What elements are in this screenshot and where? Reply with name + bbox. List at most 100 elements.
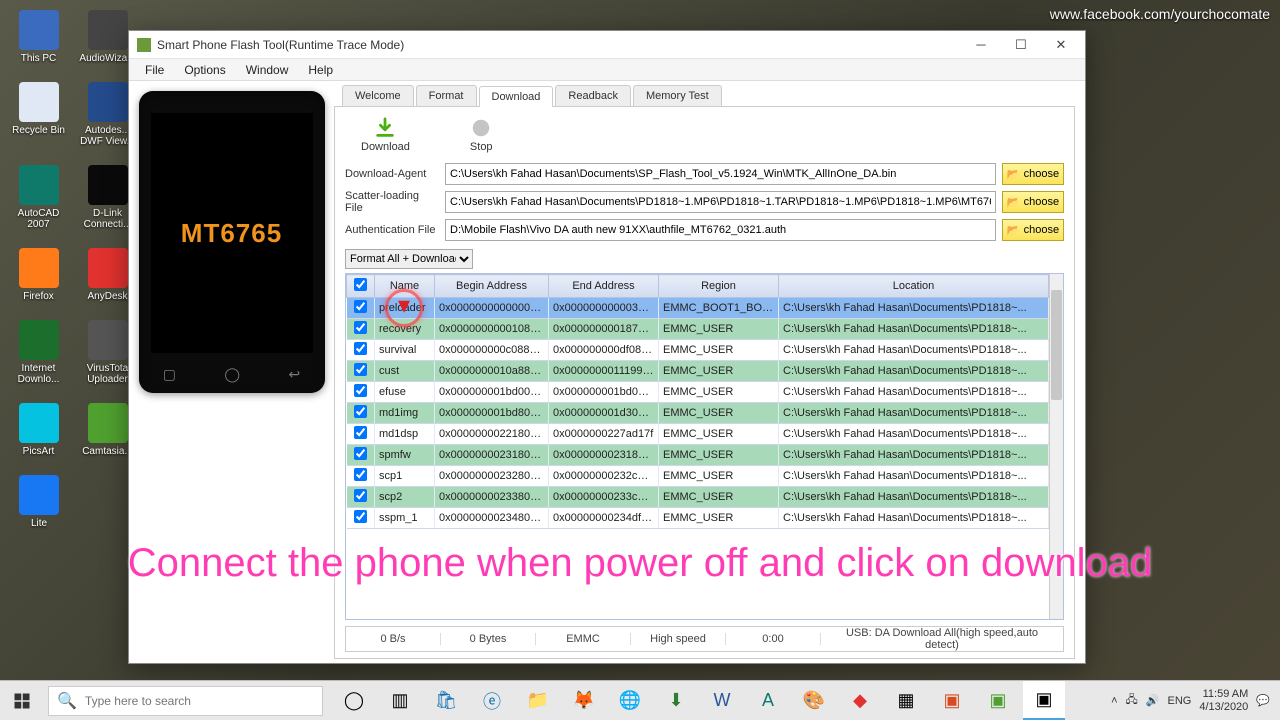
- table-row[interactable]: spmfw0x00000000231800000x0000000023186d8…: [347, 445, 1049, 466]
- menu-file[interactable]: File: [135, 63, 174, 77]
- phone-menu-icon: ▢: [163, 366, 176, 383]
- da-label: Download-Agent: [345, 168, 439, 180]
- stop-button[interactable]: Stop: [470, 117, 493, 153]
- table-row[interactable]: md1img0x000000001bd800000x000000001d3080…: [347, 403, 1049, 424]
- header-begin[interactable]: Begin Address: [435, 275, 549, 298]
- header-region[interactable]: Region: [659, 275, 779, 298]
- desktop-icons: This PCAudioWiza...Recycle BinAutodes...…: [8, 10, 138, 529]
- camtasia-tb-icon[interactable]: ▣: [977, 681, 1019, 720]
- scatter-label: Scatter-loading File: [345, 190, 439, 214]
- paint-icon[interactable]: 🎨: [793, 681, 835, 720]
- tray-up-icon[interactable]: ˄: [1111, 695, 1117, 707]
- idm-icon[interactable]: ⬇: [655, 681, 697, 720]
- table-row[interactable]: sspm_10x00000000234800000x00000000234dfc…: [347, 508, 1049, 529]
- auth-input[interactable]: [445, 219, 996, 241]
- table-row[interactable]: preloader0x00000000000000000x00000000000…: [347, 298, 1049, 319]
- system-tray[interactable]: ˄ 🖧 🔊 ENG 11:59 AM 4/13/2020 💬: [1101, 688, 1280, 713]
- chrome-icon[interactable]: 🌐: [609, 681, 651, 720]
- start-button[interactable]: [0, 681, 44, 720]
- flash-tool-window: Smart Phone Flash Tool(Runtime Trace Mod…: [128, 30, 1086, 664]
- window-title: Smart Phone Flash Tool(Runtime Trace Mod…: [157, 38, 961, 52]
- scatter-choose-button[interactable]: 📂 choose: [1002, 191, 1064, 213]
- download-button[interactable]: Download: [361, 117, 410, 153]
- table-row[interactable]: survival0x000000000c0880000x000000000df0…: [347, 340, 1049, 361]
- desktop-icon[interactable]: Internet Downlo...: [8, 320, 69, 385]
- tab-format[interactable]: Format: [416, 85, 477, 106]
- flashtool-tb-icon[interactable]: ▣: [1023, 681, 1065, 720]
- header-checkbox[interactable]: [347, 275, 375, 298]
- desktop-icon[interactable]: PicsArt: [8, 403, 69, 457]
- tab-welcome[interactable]: Welcome: [342, 85, 414, 106]
- tab-memory-test[interactable]: Memory Test: [633, 85, 722, 106]
- download-tab-body: Download Stop Download-Agent 📂 choose Sc…: [334, 106, 1075, 659]
- desktop-icon[interactable]: Firefox: [8, 248, 69, 302]
- anydesk-tb-icon[interactable]: ◆: [839, 681, 881, 720]
- taskbar-apps: ◯ ▥ 🛍 ⓔ 📁 🦊 🌐 ⬇ W A 🎨 ◆ ▦ ▣ ▣ ▣: [333, 681, 1101, 720]
- table-row[interactable]: md1dsp0x00000000221800000x0000000227ad17…: [347, 424, 1049, 445]
- tray-clock[interactable]: 11:59 AM 4/13/2020: [1199, 688, 1248, 713]
- header-name[interactable]: Name: [375, 275, 435, 298]
- row-checkbox[interactable]: [354, 363, 367, 376]
- tray-notifications-icon[interactable]: 💬: [1256, 694, 1270, 707]
- tray-lang-icon[interactable]: ENG: [1168, 695, 1192, 707]
- row-checkbox[interactable]: [354, 426, 367, 439]
- phone-home-icon: ◯: [224, 366, 240, 383]
- menu-help[interactable]: Help: [298, 63, 343, 77]
- da-choose-button[interactable]: 📂 choose: [1002, 163, 1064, 185]
- taskbar-search[interactable]: 🔍: [48, 686, 323, 716]
- table-row[interactable]: recovery0x00000000001080000x000000000187…: [347, 319, 1049, 340]
- row-checkbox[interactable]: [354, 321, 367, 334]
- table-row[interactable]: scp20x00000000233800000x00000000233c2fef…: [347, 487, 1049, 508]
- menu-window[interactable]: Window: [236, 63, 299, 77]
- tab-bar: WelcomeFormatDownloadReadbackMemory Test: [342, 85, 1075, 106]
- row-checkbox[interactable]: [354, 489, 367, 502]
- autocad-tb-icon[interactable]: A: [747, 681, 789, 720]
- row-checkbox[interactable]: [354, 300, 367, 313]
- table-row[interactable]: cust0x0000000010a880000x0000000011199c68…: [347, 361, 1049, 382]
- minimize-button[interactable]: ─: [961, 34, 1001, 56]
- menu-options[interactable]: Options: [174, 63, 235, 77]
- desktop-icon[interactable]: This PC: [8, 10, 69, 64]
- desktop-icon[interactable]: Lite: [8, 475, 70, 529]
- tab-readback[interactable]: Readback: [555, 85, 631, 106]
- app2-icon[interactable]: ▣: [931, 681, 973, 720]
- store-icon[interactable]: 🛍: [425, 681, 467, 720]
- cortana-icon[interactable]: ◯: [333, 681, 375, 720]
- task-view-icon[interactable]: ▥: [379, 681, 421, 720]
- table-row[interactable]: efuse0x000000001bd000000x000000001bd001f…: [347, 382, 1049, 403]
- tab-download[interactable]: Download: [479, 86, 554, 107]
- row-checkbox[interactable]: [354, 384, 367, 397]
- maximize-button[interactable]: ☐: [1001, 34, 1041, 56]
- scatter-input[interactable]: [445, 191, 996, 213]
- row-checkbox[interactable]: [354, 510, 367, 523]
- tray-volume-icon[interactable]: 🔊: [1146, 694, 1160, 707]
- row-checkbox[interactable]: [354, 342, 367, 355]
- facebook-url: www.facebook.com/yourchocomate: [1050, 6, 1270, 22]
- phone-back-icon: ↩: [289, 366, 301, 383]
- download-arrow-icon: [374, 117, 396, 139]
- da-input[interactable]: [445, 163, 996, 185]
- close-button[interactable]: ✕: [1041, 34, 1081, 56]
- desktop-icon[interactable]: Recycle Bin: [8, 82, 69, 147]
- header-location[interactable]: Location: [779, 275, 1049, 298]
- firefox-tb-icon[interactable]: 🦊: [563, 681, 605, 720]
- auth-choose-button[interactable]: 📂 choose: [1002, 219, 1064, 241]
- row-checkbox[interactable]: [354, 468, 367, 481]
- explorer-icon[interactable]: 📁: [517, 681, 559, 720]
- table-scrollbar[interactable]: [1049, 274, 1063, 619]
- header-end[interactable]: End Address: [549, 275, 659, 298]
- tray-network-icon[interactable]: 🖧: [1126, 691, 1138, 710]
- edge-icon[interactable]: ⓔ: [471, 681, 513, 720]
- app1-icon[interactable]: ▦: [885, 681, 927, 720]
- search-input[interactable]: [85, 694, 314, 708]
- phone-mockup: MT6765 ▢ ◯ ↩: [139, 91, 325, 393]
- app-icon: [137, 38, 151, 52]
- word-icon[interactable]: W: [701, 681, 743, 720]
- desktop-icon[interactable]: AutoCAD 2007: [8, 165, 69, 230]
- stop-icon: [470, 117, 492, 139]
- titlebar[interactable]: Smart Phone Flash Tool(Runtime Trace Mod…: [129, 31, 1085, 59]
- row-checkbox[interactable]: [354, 405, 367, 418]
- download-mode-select[interactable]: Format All + Download: [345, 249, 473, 269]
- table-row[interactable]: scp10x00000000232800000x00000000232c2fef…: [347, 466, 1049, 487]
- row-checkbox[interactable]: [354, 447, 367, 460]
